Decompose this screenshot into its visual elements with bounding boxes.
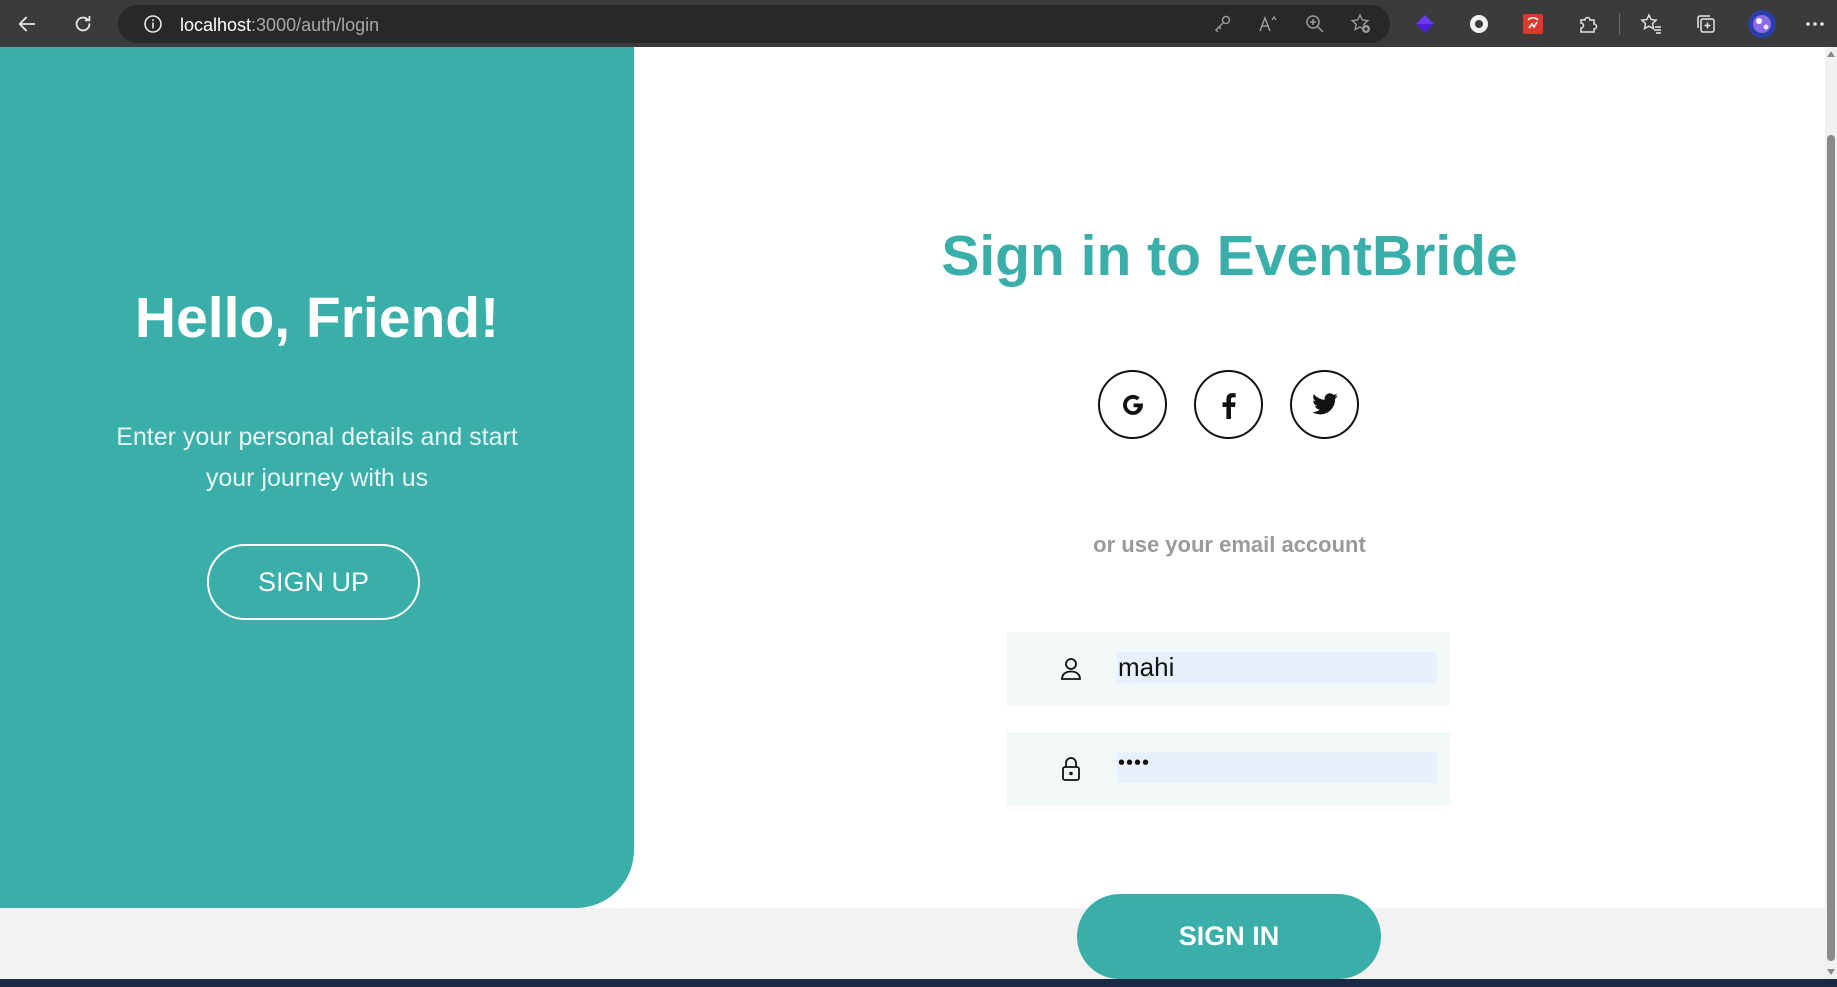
username-field[interactable]: mahi <box>1007 632 1450 705</box>
profile-avatar-icon[interactable] <box>1744 6 1780 42</box>
extension-circle-icon[interactable] <box>1461 6 1497 42</box>
zoom-icon[interactable] <box>1299 8 1331 40</box>
read-aloud-icon[interactable] <box>1253 8 1285 40</box>
collections-icon[interactable] <box>1688 6 1724 42</box>
url-path: :3000/auth/login <box>251 15 380 35</box>
scroll-down-arrow-icon[interactable] <box>1827 969 1835 975</box>
password-input[interactable]: •••• <box>1117 752 1437 783</box>
lock-icon <box>1059 756 1083 782</box>
welcome-subtitle: Enter your personal details and start yo… <box>116 423 518 492</box>
welcome-title: Hello, Friend! <box>134 286 500 350</box>
address-bar[interactable]: localhost:3000/auth/login <box>118 5 1390 43</box>
favorites-icon[interactable] <box>1633 6 1669 42</box>
key-icon[interactable] <box>1207 8 1239 40</box>
page-viewport: Hello, Friend! Enter your personal detai… <box>0 47 1825 979</box>
url-host: localhost <box>180 15 252 35</box>
username-input[interactable]: mahi <box>1117 652 1437 683</box>
refresh-icon[interactable] <box>65 6 101 42</box>
more-icon[interactable] <box>1797 6 1833 42</box>
vertical-scrollbar[interactable] <box>1825 47 1837 979</box>
sign-in-title: Sign in to EventBride <box>941 224 1518 288</box>
browser-toolbar: localhost:3000/auth/login <box>0 0 1837 47</box>
sign-in-button[interactable]: SIGN IN <box>1077 894 1381 979</box>
back-arrow-icon[interactable] <box>9 6 45 42</box>
password-field[interactable]: •••• <box>1007 732 1450 805</box>
extension-diamond-icon[interactable] <box>1407 6 1443 42</box>
sign-up-button[interactable]: SIGN UP <box>207 544 420 620</box>
email-option-text: or use your email account <box>1093 532 1366 557</box>
info-icon[interactable] <box>137 8 169 40</box>
scroll-up-arrow-icon[interactable] <box>1827 51 1835 57</box>
extension-red-icon[interactable] <box>1515 6 1551 42</box>
taskbar-strip <box>0 979 1837 987</box>
add-favorite-icon[interactable] <box>1345 8 1377 40</box>
scrollbar-thumb[interactable] <box>1827 135 1835 961</box>
url-text[interactable]: localhost:3000/auth/login <box>180 15 379 36</box>
welcome-panel: Hello, Friend! Enter your personal detai… <box>0 47 634 908</box>
puzzle-icon[interactable] <box>1570 6 1606 42</box>
toolbar-separator <box>1619 13 1620 35</box>
user-icon <box>1059 656 1083 682</box>
facebook-icon[interactable] <box>1194 370 1263 439</box>
twitter-icon[interactable] <box>1290 370 1359 439</box>
page-background-band <box>0 908 1825 979</box>
google-icon[interactable] <box>1098 370 1167 439</box>
